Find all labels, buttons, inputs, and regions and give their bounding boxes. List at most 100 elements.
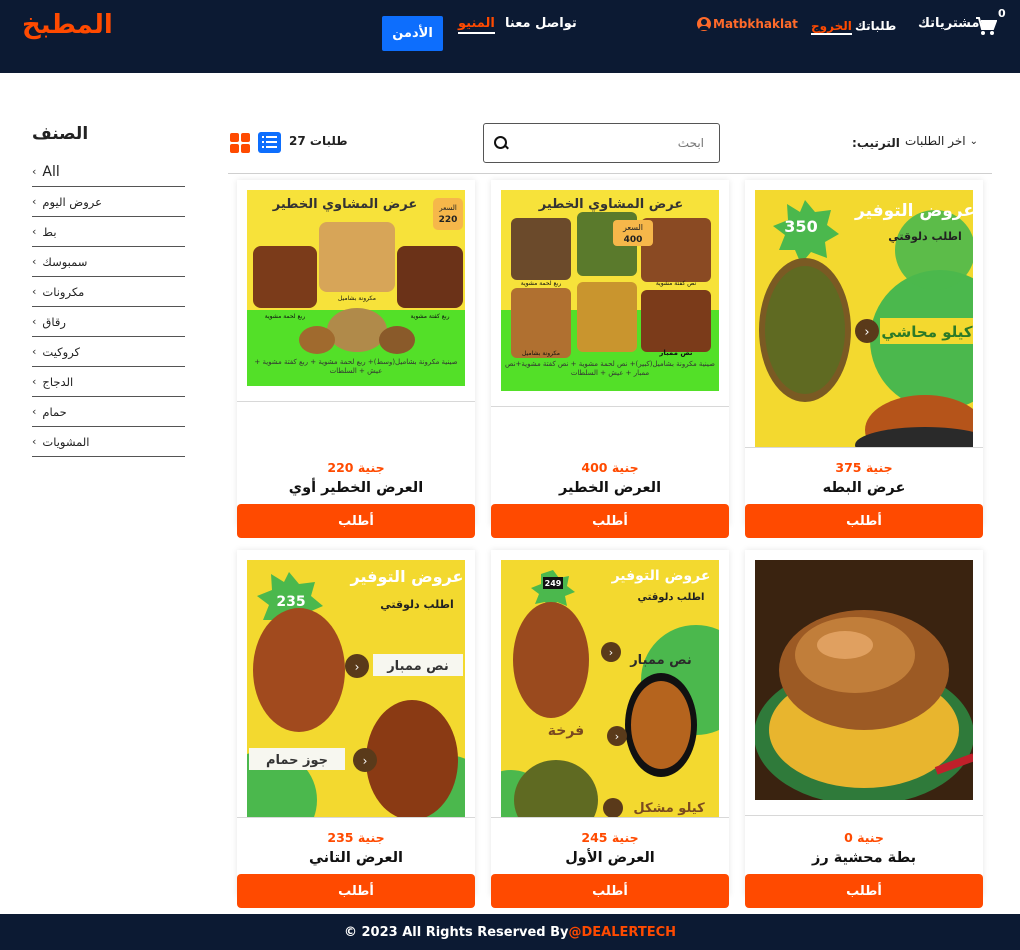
offer-item-label: نص ممبار — [658, 349, 693, 357]
product-name: العرض الخطير أوي — [288, 480, 424, 496]
footer-copyright: © 2023 All Rights Reserved By — [343, 924, 569, 940]
offer-subtitle-text: اطلب دلوقتي — [638, 592, 705, 603]
offer-title-text: عرض المشاوي الخطير — [272, 197, 417, 212]
nav-menu-link[interactable]: المنيو — [458, 16, 495, 34]
category-label: سمبوسك — [42, 254, 88, 269]
product-price: 400 جنية — [581, 460, 639, 475]
order-button[interactable]: أطلب — [745, 504, 983, 538]
product-image[interactable]: عرض المشاوي الخطير السعر 400 ربع لحمة مش… — [501, 190, 719, 391]
nav-logout-link[interactable]: الخروج — [811, 19, 852, 35]
offer-item-label: نص كفتة مشوية — [656, 280, 697, 287]
offer-subtitle-text: اطلب دلوقتي — [380, 598, 454, 611]
order-button[interactable]: أطلب — [237, 504, 475, 538]
category-item-today-offers[interactable]: ‹ عروض اليوم — [32, 187, 185, 217]
product-price: 220 جنية — [327, 460, 385, 475]
top-navbar: المطبخ الأدمن المنيو تواصل معنا Matbkhak… — [0, 0, 1020, 73]
category-item-pasta[interactable]: ‹ مكرونات — [32, 277, 185, 307]
category-label: حمام — [42, 404, 67, 419]
category-label: رقاق — [42, 314, 66, 329]
results-count: 27 طلبات — [289, 134, 348, 148]
nav-purchases-link[interactable]: مشترياتك — [918, 16, 979, 31]
product-name: بطة محشية رز — [811, 850, 917, 866]
offer-item-label: مكرونة بشاميل — [338, 295, 376, 302]
card-divider — [237, 817, 475, 818]
offer-price-text: 350 — [784, 217, 817, 236]
product-card: عرض المشاوي الخطير السعر 220 مكرونة بشام… — [237, 180, 475, 538]
svg-text:›: › — [363, 754, 368, 768]
category-item-croquette[interactable]: ‹ كروكيت — [32, 337, 185, 367]
offer-price-text: 220 — [439, 215, 458, 225]
category-item-roqaq[interactable]: ‹ رقاق — [32, 307, 185, 337]
card-divider — [491, 817, 729, 818]
user-name: Matbkhaklat — [713, 17, 798, 31]
category-label: عروض اليوم — [42, 194, 102, 209]
chevron-left-icon: ‹ — [32, 225, 37, 238]
chevron-left-icon: ‹ — [32, 195, 37, 208]
nav-orders-link[interactable]: طلباتك — [855, 19, 896, 33]
order-button[interactable]: أطلب — [491, 874, 729, 908]
cart-icon[interactable] — [975, 16, 997, 36]
svg-text:›: › — [864, 325, 869, 340]
svg-text:›: › — [609, 646, 613, 659]
offer-tag-text: نص ممبار — [386, 659, 449, 674]
admin-button[interactable]: الأدمن — [382, 16, 443, 51]
category-item-duck[interactable]: ‹ بط — [32, 217, 185, 247]
offer-price-label: السعر — [622, 223, 643, 232]
order-button[interactable]: أطلب — [745, 874, 983, 908]
product-image[interactable]: عروض التوفير اطلب دلوقتي 249 › نص ممبار … — [501, 560, 719, 817]
product-card: عروض التوفير اطلب دلوقتي 249 › نص ممبار … — [491, 550, 729, 908]
chevron-left-icon: ‹ — [32, 375, 37, 388]
footer-brand-link[interactable]: @DEALERTECH — [569, 925, 677, 940]
chevron-down-icon: ⌄ — [969, 135, 978, 147]
order-button[interactable]: أطلب — [491, 504, 729, 538]
category-label: الدجاج — [42, 374, 74, 389]
offer-item-label: ربع كفتة مشوية — [410, 313, 449, 320]
offer-tag-text: جوز حمام — [266, 753, 328, 768]
product-card: عرض المشاوي الخطير السعر 400 ربع لحمة مش… — [491, 180, 729, 538]
product-image[interactable]: عرض المشاوي الخطير السعر 220 مكرونة بشام… — [247, 190, 465, 386]
list-view-icon[interactable] — [258, 132, 281, 153]
offer-title-text: عروض التوفير — [611, 568, 711, 584]
category-item-chicken[interactable]: ‹ الدجاج — [32, 367, 185, 397]
product-card: 0 جنية بطة محشية رز أطلب — [745, 550, 983, 908]
offer-title-text: عرض المشاوي الخطير — [538, 197, 683, 212]
user-account[interactable]: Matbkhaklat — [697, 17, 798, 31]
offer-tag-text: كيلو محاشي — [881, 323, 973, 341]
product-image[interactable]: عروض التوفير اطلب دلوقتي 235 › نص ممبار … — [247, 560, 465, 817]
sort-value: اخر الطلبات — [905, 134, 966, 148]
search-input[interactable] — [514, 136, 704, 150]
category-list: ‹ All ‹ عروض اليوم ‹ بط ‹ سمبوسك ‹ مكرونات ‹ ر… — [32, 157, 185, 457]
nav-contact-link[interactable]: تواصل معنا — [505, 16, 577, 31]
card-divider — [745, 447, 983, 448]
search-icon[interactable] — [494, 136, 508, 150]
category-item-pigeon[interactable]: ‹ حمام — [32, 397, 185, 427]
product-card: عروض التوفير اطلب دلوقتي 235 › نص ممبار … — [237, 550, 475, 908]
product-name: العرض التاني — [308, 850, 404, 866]
category-item-grills[interactable]: ‹ المشويات — [32, 427, 185, 457]
category-item-sambousek[interactable]: ‹ سمبوسك — [32, 247, 185, 277]
svg-text:›: › — [615, 730, 619, 743]
site-logo[interactable]: المطبخ — [22, 10, 113, 40]
product-image[interactable]: 350 عروض التوفير اطلب دلوقتي › كيلو محاش… — [755, 190, 973, 447]
offer-item-label: ربع لحمة مشوية — [521, 280, 562, 287]
sort-select[interactable]: اخر الطلبات ⌄ — [905, 134, 978, 148]
search-box — [483, 123, 720, 163]
offer-subtitle-text: اطلب دلوقتي — [888, 230, 962, 243]
offer-item-label: ربع لحمة مشوية — [265, 313, 306, 320]
grid-view-icon[interactable] — [230, 133, 250, 153]
card-divider — [237, 401, 475, 402]
chevron-left-icon: ‹ — [32, 165, 37, 178]
chevron-left-icon: ‹ — [32, 345, 37, 358]
chevron-left-icon: ‹ — [32, 255, 37, 268]
category-label: المشويات — [42, 434, 90, 449]
cart-count-badge: 0 — [998, 7, 1006, 20]
chevron-left-icon: ‹ — [32, 315, 37, 328]
category-label: مكرونات — [42, 284, 85, 299]
chevron-left-icon: ‹ — [32, 405, 37, 418]
product-price: 245 جنية — [581, 830, 639, 845]
user-icon — [697, 17, 711, 31]
product-name: عرض البطه — [822, 480, 906, 496]
order-button[interactable]: أطلب — [237, 874, 475, 908]
category-item-all[interactable]: ‹ All — [32, 157, 185, 187]
product-image[interactable] — [755, 560, 973, 800]
